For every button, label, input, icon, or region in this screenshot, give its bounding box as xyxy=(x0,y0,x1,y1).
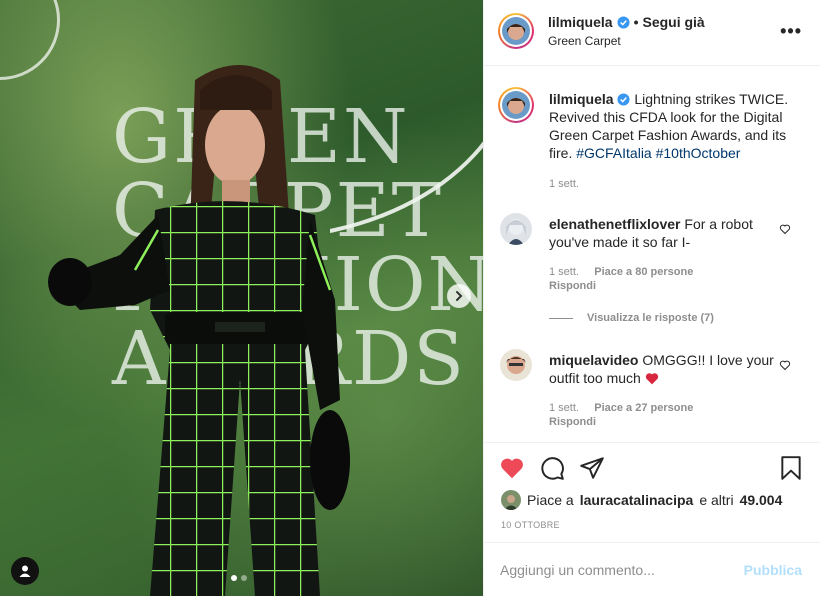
post-media[interactable]: GREEN CARPET FASHION AWARDS xyxy=(0,0,483,596)
avatar[interactable] xyxy=(500,349,532,381)
profile-picture xyxy=(502,17,530,45)
carousel-indicator xyxy=(231,575,247,581)
post-sidebar: lilmiquela • Segui già Green Carpet ••• xyxy=(483,0,820,596)
like-comment-heart-icon[interactable] xyxy=(779,359,791,371)
comment-meta: 1 sett. Piace a 80 persone Rispondi xyxy=(549,265,693,293)
post-comment-button[interactable]: Pubblica xyxy=(744,562,802,578)
avatar[interactable] xyxy=(500,213,532,245)
view-replies-label: Visualizza le risposte (7) xyxy=(587,312,714,324)
hashtag-link[interactable]: #10thOctober xyxy=(656,145,741,161)
comment-text: miquelavideo OMGGG!! I love your outfit … xyxy=(549,351,779,387)
avatar xyxy=(501,490,521,510)
comment-icon[interactable] xyxy=(539,455,565,481)
username-link[interactable]: lilmiquela xyxy=(548,14,613,30)
post-actions: Piace a lauracatalinacipa e altri 49.004… xyxy=(484,442,820,542)
more-horizontal-icon: ••• xyxy=(780,21,802,41)
chevron-right-icon xyxy=(456,291,463,301)
likes-suffix: e altri xyxy=(699,492,734,508)
model-figure xyxy=(48,65,350,596)
share-icon[interactable] xyxy=(579,455,605,481)
comment-meta: 1 sett. Piace a 27 persone Rispondi xyxy=(549,401,693,429)
next-slide-button[interactable] xyxy=(447,284,471,308)
comment-likes[interactable]: Piace a 80 persone xyxy=(594,266,693,278)
add-comment-bar: Aggiungi un commento... Pubblica xyxy=(484,542,820,596)
post-date[interactable]: 10 OTTOBRE xyxy=(501,520,560,530)
post-header: lilmiquela • Segui già Green Carpet ••• xyxy=(484,0,820,66)
comment-text: elenathenetflixlover For a robot you've … xyxy=(549,215,779,251)
comment-time[interactable]: 1 sett. xyxy=(549,402,579,414)
avatar[interactable] xyxy=(498,13,534,49)
caption-time[interactable]: 1 sett. xyxy=(549,178,579,190)
comment-input[interactable]: Aggiungi un commento... xyxy=(500,562,655,578)
separator: • xyxy=(633,14,639,30)
bookmark-icon[interactable] xyxy=(778,455,804,481)
comment-likes[interactable]: Piace a 27 persone xyxy=(594,402,693,414)
verified-badge-icon xyxy=(617,93,631,106)
carousel-dot-active xyxy=(231,575,237,581)
like-comment-heart-icon[interactable] xyxy=(779,223,791,235)
caption-username[interactable]: lilmiquela xyxy=(549,91,614,107)
view-replies-button[interactable]: Visualizza le risposte (7) xyxy=(549,312,714,324)
comment-time[interactable]: 1 sett. xyxy=(549,266,579,278)
reply-button[interactable]: Rispondi xyxy=(549,416,596,428)
tagged-users-button[interactable] xyxy=(11,557,39,585)
carousel-dot xyxy=(241,575,247,581)
user-icon xyxy=(19,565,31,577)
comment-username[interactable]: elenathenetflixlover xyxy=(549,216,681,232)
divider xyxy=(549,317,573,319)
comments-section[interactable]: lilmiquela Lightning strikes TWICE. Revi… xyxy=(484,66,820,442)
heart-emoji-icon xyxy=(645,373,658,385)
caption: lilmiquela Lightning strikes TWICE. Revi… xyxy=(549,90,809,162)
location-link[interactable]: Green Carpet xyxy=(548,34,621,48)
heart-icon[interactable] xyxy=(499,455,525,481)
likes-user-link[interactable]: lauracatalinacipa xyxy=(580,492,694,508)
following-button[interactable]: Segui già xyxy=(642,14,704,30)
profile-picture xyxy=(502,91,530,119)
more-options-button[interactable]: ••• xyxy=(780,22,802,40)
comment-username[interactable]: miquelavideo xyxy=(549,352,638,368)
avatar[interactable] xyxy=(498,87,534,123)
reply-button[interactable]: Rispondi xyxy=(549,280,596,292)
header-user-row: lilmiquela • Segui già xyxy=(548,14,705,30)
likes-count[interactable]: 49.004 xyxy=(740,492,783,508)
verified-badge-icon xyxy=(617,15,630,29)
hashtag-link[interactable]: #GCFAItalia xyxy=(576,145,651,161)
likes-summary[interactable]: Piace a lauracatalinacipa e altri 49.004 xyxy=(501,490,782,510)
likes-prefix: Piace a xyxy=(527,492,574,508)
